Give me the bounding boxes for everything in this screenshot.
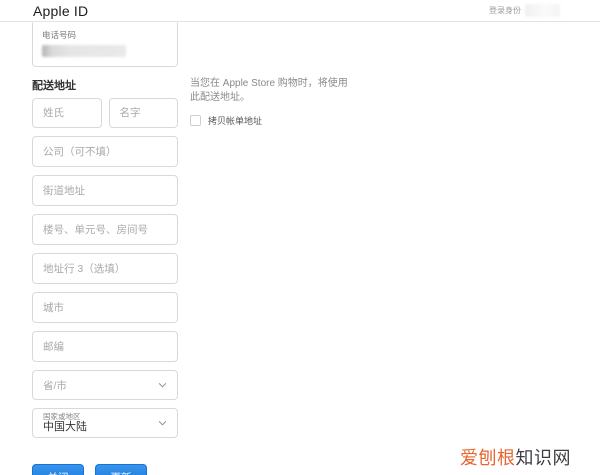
shipping-usage-note: 当您在 Apple Store 购物时，将使用此配送地址。 [190,78,348,103]
first-name-input[interactable] [108,98,178,128]
country-region-value: 中国大陆 [43,420,87,433]
phone-number-field[interactable]: 电话号码 [32,22,178,67]
postal-code-input[interactable] [32,331,178,362]
country-region-label: 国家或地区 [43,412,81,422]
phone-number-redacted-value [42,45,126,57]
city-input[interactable] [32,292,178,323]
last-name-input[interactable] [32,98,102,128]
login-identity-redacted-value [525,4,560,17]
page-title: Apple ID [33,2,89,19]
form-actions: 关闭 更新 [32,464,147,475]
copy-billing-address-row[interactable]: 拷贝帐单地址 [190,114,350,127]
apple-id-page: Apple ID 登录身份 电话号码 配送地址 当您在 Apple Store … [0,0,600,475]
close-button[interactable]: 关闭 [32,464,84,475]
shipping-address-form: 省/市 国家或地区 中国大陆 [32,98,178,438]
country-region-select[interactable]: 国家或地区 中国大陆 [32,408,178,438]
shipping-address-section-title: 配送地址 [32,80,76,92]
street-address-input[interactable] [32,175,178,206]
site-watermark-rest: 知识网 [515,448,571,468]
update-button[interactable]: 更新 [95,464,147,475]
chevron-down-icon [158,421,167,426]
building-unit-room-input[interactable] [32,214,178,245]
phone-number-label: 电话号码 [42,30,77,40]
address-line3-input[interactable] [32,253,178,284]
site-watermark-highlight: 爱刨根 [460,448,516,468]
login-identity: 登录身份 [489,4,560,17]
copy-billing-address-label: 拷贝帐单地址 [208,116,263,126]
province-select-placeholder: 省/市 [43,379,67,392]
site-watermark: 爱刨根知识网 [460,444,571,470]
shipping-info-column: 当您在 Apple Store 购物时，将使用此配送地址。 拷贝帐单地址 [190,77,350,127]
top-bar: Apple ID 登录身份 [0,0,600,22]
province-select[interactable]: 省/市 [32,370,178,400]
company-input[interactable] [32,136,178,167]
chevron-down-icon [158,383,167,388]
copy-billing-address-checkbox[interactable] [190,115,201,126]
name-row [32,98,178,128]
login-identity-label: 登录身份 [489,6,521,15]
